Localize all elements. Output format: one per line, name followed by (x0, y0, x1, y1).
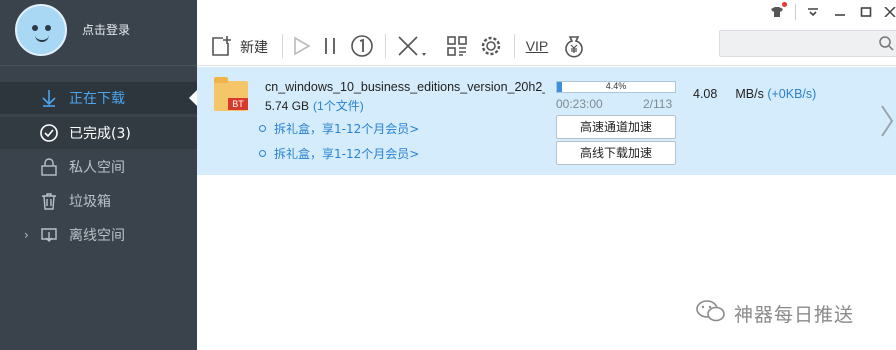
bt-badge: BT (228, 98, 248, 110)
maximize-icon[interactable] (858, 4, 874, 20)
task-file-size: 5.74 GB (1个文件) (265, 97, 364, 114)
sidebar-item-label: 垃圾箱 (69, 194, 111, 210)
window-separator (795, 4, 796, 20)
search-input[interactable] (719, 30, 896, 57)
sidebar: 点击登录 正在下载 已完成(3) 私人空间 垃圾箱 › 离线空间 (0, 0, 197, 350)
sidebar-item-label: 正在下载 (69, 91, 125, 107)
profile-area: 点击登录 (0, 0, 197, 66)
sidebar-item-completed[interactable]: 已完成(3) (0, 117, 197, 149)
bullet-icon (259, 150, 266, 157)
sidebar-item-offline[interactable]: › 离线空间 (0, 219, 197, 251)
login-link[interactable]: 点击登录 (82, 21, 130, 38)
speed-limit-icon[interactable] (349, 32, 375, 60)
toolbar-divider (385, 34, 386, 58)
task-file-name: cn_windows_10_business_editions_version_… (265, 80, 545, 94)
elapsed-time: 00:23:00 (556, 97, 603, 111)
expand-chevron-icon[interactable]: › (24, 228, 29, 242)
pause-icon[interactable] (319, 32, 341, 60)
wechat-icon (696, 299, 726, 328)
download-speed: 4.08 MB/s (+0KB/s) (693, 87, 816, 101)
sidebar-item-private[interactable]: 私人空间 (0, 151, 197, 183)
settings-gear-icon[interactable] (479, 32, 503, 60)
money-bag-icon[interactable] (561, 32, 587, 60)
menu-icon[interactable] (805, 4, 821, 20)
new-task-icon[interactable] (210, 32, 232, 60)
new-task-button[interactable]: 新建 (240, 37, 268, 57)
promo-link-1[interactable]: 拆礼盒，享1-12个月会员> (259, 120, 419, 137)
avatar-eye (32, 25, 38, 31)
sidebar-item-label: 已完成(3) (69, 126, 131, 142)
toolbar: 新建 VIP (197, 0, 896, 66)
trash-icon (38, 190, 60, 212)
notification-dot (782, 2, 787, 7)
active-indicator (189, 90, 197, 106)
vip-button[interactable]: VIP (522, 32, 552, 60)
file-count-link[interactable]: (1个文件) (313, 99, 364, 113)
search-icon[interactable] (878, 35, 894, 55)
toolbar-divider (282, 34, 283, 58)
download-task-row[interactable]: BT cn_windows_10_business_editions_versi… (197, 67, 896, 175)
avatar-mouth (35, 35, 49, 42)
sidebar-item-label: 私人空间 (69, 160, 125, 176)
speed-value: 4.08 (693, 87, 718, 101)
file-size-value: 5.74 GB (265, 99, 310, 113)
cloud-download-icon (38, 224, 60, 246)
delete-icon[interactable] (395, 32, 429, 60)
speed-unit: MB/s (735, 87, 764, 101)
check-circle-icon (38, 122, 60, 144)
chevron-right-icon[interactable] (880, 105, 894, 141)
speed-extra: (+0KB/s) (767, 87, 817, 101)
watermark: 神器每日推送 (696, 299, 854, 328)
start-icon[interactable] (291, 32, 313, 60)
skin-shirt-icon[interactable] (767, 2, 787, 20)
pieces-count: 2/113 (643, 97, 673, 111)
promo-link-2[interactable]: 拆礼盒，享1-12个月会员> (259, 145, 419, 162)
watermark-text: 神器每日推送 (734, 304, 855, 326)
download-arrow-icon (38, 87, 60, 109)
avatar[interactable] (15, 4, 67, 56)
promo-text: 拆礼盒，享1-12个月会员> (274, 122, 420, 136)
toolbar-divider (514, 34, 515, 58)
grid-view-icon[interactable] (445, 32, 469, 60)
close-icon[interactable] (883, 4, 896, 20)
offline-accelerate-button[interactable]: 高线下载加速 (556, 141, 676, 165)
sidebar-item-downloading[interactable]: 正在下载 (0, 82, 197, 114)
sidebar-item-label: 离线空间 (69, 228, 125, 244)
sidebar-item-trash[interactable]: 垃圾箱 (0, 185, 197, 217)
progress-bar: 4.4% (556, 81, 676, 93)
promo-text: 拆礼盒，享1-12个月会员> (274, 147, 420, 161)
bullet-icon (259, 125, 266, 132)
fast-channel-button[interactable]: 高速通道加速 (556, 115, 676, 139)
progress-percent: 4.4% (605, 81, 627, 91)
lock-icon (38, 156, 60, 178)
minimize-icon[interactable] (832, 4, 848, 20)
avatar-eye (45, 25, 51, 31)
